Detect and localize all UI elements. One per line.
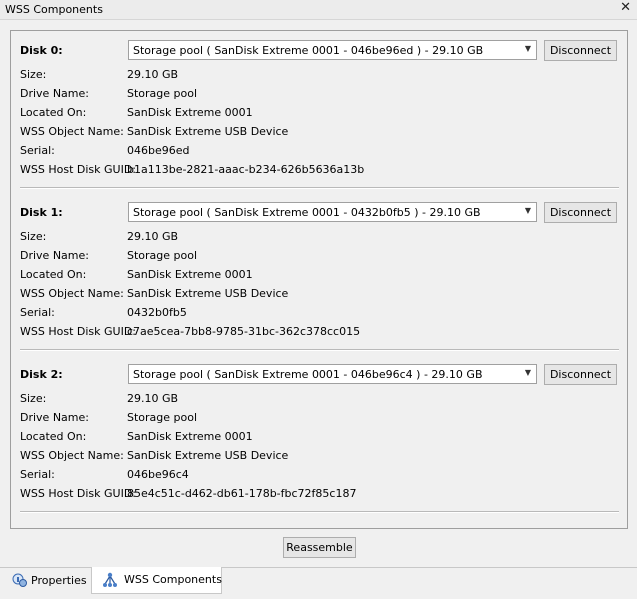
field-label: Located On:: [20, 106, 87, 119]
field-value: SanDisk Extreme 0001: [127, 430, 253, 443]
field-value: 29.10 GB: [127, 392, 179, 405]
field-value: SanDisk Extreme USB Device: [127, 125, 289, 138]
field-label: WSS Object Name:: [20, 449, 124, 462]
field-label: Size:: [20, 392, 47, 405]
section-divider: [20, 349, 619, 351]
field-label: WSS Object Name:: [20, 125, 124, 138]
field-value: Storage pool: [127, 411, 198, 424]
disk-label: Disk 1:: [20, 206, 63, 219]
field-label: Located On:: [20, 268, 87, 281]
field-label: Serial:: [20, 306, 55, 319]
tab-wss-components[interactable]: WSS Components: [91, 567, 222, 594]
network-tree-icon: [103, 572, 117, 587]
field-value: Storage pool: [127, 249, 198, 262]
field-value: b1a113be-2821-aaac-b234-626b5636a13b: [127, 163, 365, 176]
tab-label: WSS Components: [124, 573, 222, 586]
window-title: WSS Components: [5, 3, 103, 16]
window-titlebar: WSS Components ✕: [0, 0, 637, 20]
field-label: WSS Host Disk GUID:: [20, 163, 136, 176]
field-value: 046be96c4: [127, 468, 189, 481]
field-label: Size:: [20, 68, 47, 81]
properties-icon: [12, 573, 27, 587]
field-label: Drive Name:: [20, 249, 89, 262]
field-value: 29.10 GB: [127, 68, 179, 81]
disks-panel: Disk 0: Storage pool ( SanDisk Extreme 0…: [10, 30, 628, 529]
section-divider: [20, 187, 619, 189]
field-label: Serial:: [20, 144, 55, 157]
dropdown-arrow-icon[interactable]: ▼: [525, 44, 531, 53]
reassemble-button[interactable]: Reassemble: [283, 537, 356, 558]
disk-section-2: Disk 2: Storage pool ( SanDisk Extreme 0…: [11, 355, 627, 517]
field-label: WSS Host Disk GUID:: [20, 325, 136, 338]
disconnect-button[interactable]: Disconnect: [544, 364, 617, 385]
field-label: Drive Name:: [20, 411, 89, 424]
section-divider: [20, 511, 619, 513]
disconnect-button[interactable]: Disconnect: [544, 40, 617, 61]
field-label: Located On:: [20, 430, 87, 443]
field-label: Size:: [20, 230, 47, 243]
disk-section-0: Disk 0: Storage pool ( SanDisk Extreme 0…: [11, 31, 627, 193]
field-value: SanDisk Extreme 0001: [127, 106, 253, 119]
field-label: Serial:: [20, 468, 55, 481]
tab-label: Properties: [31, 574, 87, 587]
tab-properties[interactable]: Properties: [4, 568, 90, 594]
field-value: 29.10 GB: [127, 230, 179, 243]
disk-pool-select[interactable]: Storage pool ( SanDisk Extreme 0001 - 04…: [128, 40, 537, 60]
field-value: 0432b0fb5: [127, 306, 187, 319]
field-value: 85e4c51c-d462-db61-178b-fbc72f85c187: [127, 487, 357, 500]
disk-pool-select-value: Storage pool ( SanDisk Extreme 0001 - 04…: [133, 368, 483, 381]
field-value: SanDisk Extreme 0001: [127, 268, 253, 281]
field-label: Drive Name:: [20, 87, 89, 100]
dropdown-arrow-icon[interactable]: ▼: [525, 206, 531, 215]
disk-pool-select[interactable]: Storage pool ( SanDisk Extreme 0001 - 04…: [128, 364, 537, 384]
disk-pool-select[interactable]: Storage pool ( SanDisk Extreme 0001 - 04…: [128, 202, 537, 222]
field-value: SanDisk Extreme USB Device: [127, 287, 289, 300]
field-label: WSS Object Name:: [20, 287, 124, 300]
dropdown-arrow-icon[interactable]: ▼: [525, 368, 531, 377]
disk-section-1: Disk 1: Storage pool ( SanDisk Extreme 0…: [11, 193, 627, 355]
disk-pool-select-value: Storage pool ( SanDisk Extreme 0001 - 04…: [133, 206, 481, 219]
field-value: 046be96ed: [127, 144, 190, 157]
disk-label: Disk 0:: [20, 44, 63, 57]
close-icon[interactable]: ✕: [620, 0, 631, 15]
disk-pool-select-value: Storage pool ( SanDisk Extreme 0001 - 04…: [133, 44, 484, 57]
field-label: WSS Host Disk GUID:: [20, 487, 136, 500]
disk-label: Disk 2:: [20, 368, 63, 381]
field-value: Storage pool: [127, 87, 198, 100]
disconnect-button[interactable]: Disconnect: [544, 202, 617, 223]
bottom-tab-bar: Properties WSS Components: [0, 567, 637, 599]
field-value: c7ae5cea-7bb8-9785-31bc-362c378cc015: [127, 325, 361, 338]
field-value: SanDisk Extreme USB Device: [127, 449, 289, 462]
